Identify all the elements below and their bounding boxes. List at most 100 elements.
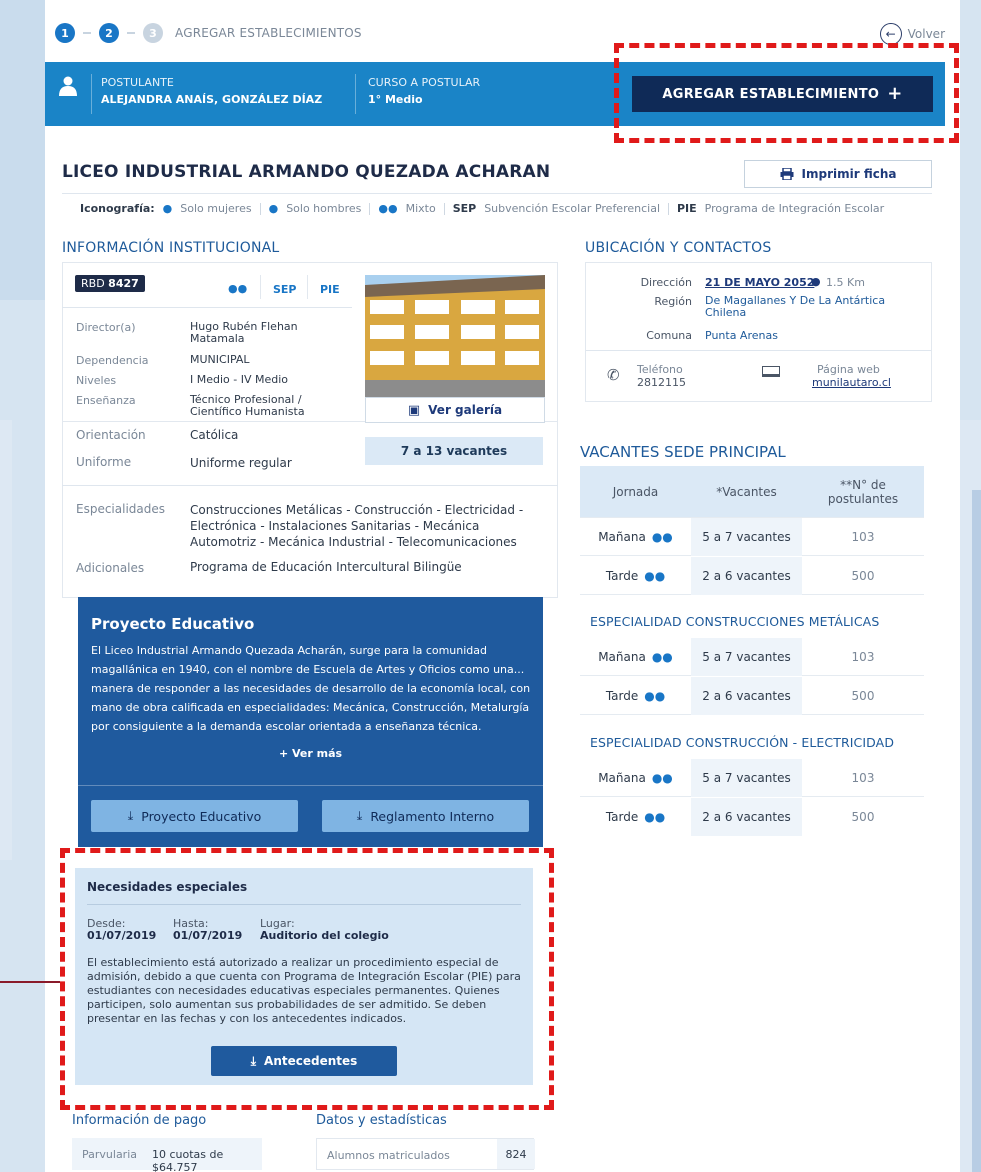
payment-key: Parvularia: [82, 1148, 137, 1161]
gallery-icon: ▣: [407, 402, 421, 418]
orientation-key: Orientación: [76, 428, 146, 442]
payment-row: Parvularia 10 cuotas de $64.757: [72, 1138, 262, 1172]
stats-row: Alumnos matriculados 824: [316, 1138, 535, 1170]
applicant-name: ALEJANDRA ANAÍS, GONZÁLEZ DÍAZ: [101, 93, 323, 106]
rbd-value: 8427: [108, 277, 139, 290]
table-row: Tarde ●● 2 a 6 vacantes 500: [580, 677, 924, 715]
stats-key: Alumnos matriculados: [327, 1149, 450, 1162]
iconography-label: Iconografía:: [80, 202, 155, 215]
badge-divider: [307, 275, 308, 299]
web-key: Página web: [817, 363, 880, 376]
legend-sep-text: Subvención Escolar Preferencial: [484, 202, 660, 215]
vacancies-cell: 2 a 6 vacantes: [691, 677, 802, 715]
payment-heading: Información de pago: [72, 1113, 207, 1128]
mixed-icon: ●●: [651, 650, 673, 664]
step-3[interactable]: 3: [143, 23, 163, 43]
region-key: Región: [654, 295, 692, 308]
background-panel-right-accent: [972, 490, 981, 1172]
table-row: Mañana ●● 5 a 7 vacantes 103: [580, 759, 924, 797]
applicants-cell: 103: [851, 771, 875, 785]
highlight-box-special: [60, 848, 554, 1110]
step-1[interactable]: 1: [55, 23, 75, 43]
download-icon: ⤓: [356, 808, 363, 823]
mixed-icon: ●●: [228, 282, 248, 295]
rules-download-button[interactable]: ⤓ Reglamento Interno: [322, 800, 529, 832]
legend-separator: [259, 202, 261, 215]
step-2[interactable]: 2: [99, 23, 119, 43]
shift-cell: Tarde ●●: [580, 557, 691, 595]
vacancies-cell: 5 a 7 vacantes: [691, 518, 802, 556]
project-text: El Liceo Industrial Armando Quezada Acha…: [91, 644, 531, 733]
legend-sep-code: SEP: [452, 202, 477, 215]
course-value: 1° Medio: [368, 93, 423, 106]
phone-key: Teléfono: [637, 363, 683, 376]
commune-value: Punta Arenas: [705, 329, 778, 342]
shift-label: Mañana: [598, 530, 646, 544]
print-label: Imprimir ficha: [801, 167, 897, 181]
institutional-heading: INFORMACIÓN INSTITUCIONAL: [62, 240, 280, 256]
uniform-key: Uniforme: [76, 455, 132, 469]
mixed-icon: ●●: [651, 771, 673, 785]
legend-separator: [369, 202, 371, 215]
arrow-left-icon: ←: [879, 23, 902, 45]
project-title: Proyecto Educativo: [91, 615, 255, 633]
shift-label: Tarde: [605, 689, 639, 703]
table-header: Jornada *Vacantes **N° de postulantes: [580, 466, 924, 518]
project-download-button[interactable]: ⤓ Proyecto Educativo: [91, 800, 298, 832]
banner-divider: [91, 74, 92, 114]
printer-icon: [780, 168, 794, 180]
vacancies-cell: 2 a 6 vacantes: [691, 557, 802, 595]
orientation-value: Católica: [190, 428, 239, 442]
divider: [78, 785, 543, 786]
step-connector: [83, 32, 91, 34]
gallery-label: Ver galería: [428, 403, 503, 417]
uniform-value: Uniforme regular: [190, 456, 292, 470]
teaching-value: Técnico Profesional / Científico Humanis…: [190, 393, 305, 418]
vacancies-cell: 5 a 7 vacantes: [691, 759, 802, 797]
address-link[interactable]: 21 DE MAYO 2052: [705, 276, 814, 289]
educational-project-panel: Proyecto Educativo El Liceo Industrial A…: [78, 597, 543, 847]
map-pin-icon: ●: [811, 275, 821, 288]
back-link[interactable]: ← Volver: [879, 23, 945, 45]
stepper: 1 2 3 AGREGAR ESTABLECIMIENTOS: [55, 23, 362, 43]
legend-women: Solo mujeres: [180, 202, 252, 215]
stepper-title: AGREGAR ESTABLECIMIENTOS: [175, 26, 362, 40]
col-header-shift: Jornada: [612, 485, 659, 499]
divider: [62, 193, 932, 194]
print-button[interactable]: Imprimir ficha: [744, 160, 932, 188]
specialties-key: Especialidades: [76, 502, 166, 516]
shift-cell: Mañana ●●: [580, 759, 691, 797]
phone-value: 2812115: [637, 376, 686, 389]
vacancies-cell: 5 a 7 vacantes: [691, 638, 802, 676]
director-value: Hugo Rubén Flehan Matamala: [190, 320, 298, 345]
badge-sep: SEP: [273, 283, 297, 296]
vacancies-cell: 2 a 6 vacantes: [691, 798, 802, 836]
stats-heading: Datos y estadísticas: [316, 1113, 447, 1128]
legend-separator: [443, 202, 445, 215]
mixed-icon: ●●: [378, 202, 398, 215]
step-connector: [127, 32, 135, 34]
table-row: Mañana ●● 5 a 7 vacantes 103: [580, 638, 924, 676]
male-icon: ●: [268, 202, 279, 215]
stats-value: 824: [497, 1139, 535, 1169]
commune-key: Comuna: [646, 329, 692, 342]
web-link[interactable]: munilautaro.cl: [812, 376, 891, 389]
background-panel-left-lower: [0, 420, 12, 860]
applicants-cell: 103: [851, 650, 875, 664]
specialty-heading-metal: ESPECIALIDAD CONSTRUCCIONES METÁLICAS: [590, 614, 880, 629]
divider: [62, 485, 558, 486]
additional-key: Adicionales: [76, 561, 145, 575]
levels-value: I Medio - IV Medio: [190, 373, 289, 386]
additional-value: Programa de Educación Intercultural Bili…: [190, 560, 462, 574]
school-name: LICEO INDUSTRIAL ARMANDO QUEZADA ACHARAN: [62, 162, 551, 182]
legend-separator: [668, 202, 669, 215]
shift-label: Mañana: [598, 650, 646, 664]
applicants-cell: 500: [851, 689, 875, 703]
badge-divider: [260, 275, 261, 299]
see-more-link[interactable]: + Ver más: [78, 747, 543, 760]
applicants-cell: 500: [851, 569, 875, 583]
gallery-button[interactable]: ▣ Ver galería: [365, 397, 545, 423]
applicants-cell: 500: [851, 810, 875, 824]
school-photo[interactable]: [365, 275, 545, 397]
download-icon: ⤓: [127, 808, 134, 823]
